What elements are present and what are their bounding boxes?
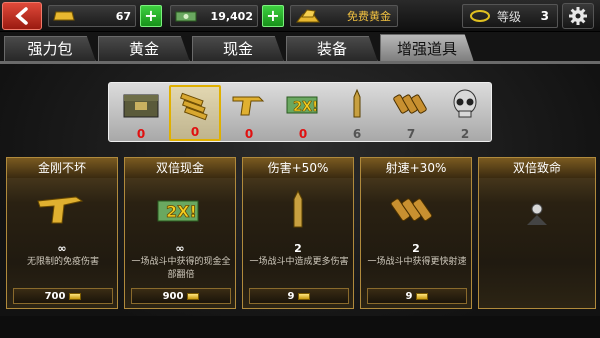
tab-gold[interactable]: 黄金 xyxy=(98,36,190,62)
card-image: 2X! xyxy=(125,180,235,238)
level-value: 3 xyxy=(540,9,549,23)
booster-card-invincible[interactable]: 金刚不坏 ∞ 无限制的免疫伤害 700 xyxy=(6,157,118,309)
add-cash-button[interactable]: + xyxy=(262,5,284,27)
price-value: 700 xyxy=(44,290,66,302)
inventory-slot-double-cash[interactable]: 2X! 0 xyxy=(277,85,329,141)
gold-bar-icon xyxy=(416,292,429,300)
tab-power-pack[interactable]: 强力包 xyxy=(4,36,96,62)
card-description: 一场战斗中获得的现金全部翻倍 xyxy=(131,257,231,280)
bullet-belt-icon xyxy=(393,94,427,114)
back-arrow-icon xyxy=(15,7,28,25)
card-title: 射速+30% xyxy=(361,158,471,178)
price-value: 9 xyxy=(287,290,295,302)
level-indicator: 等级 3 xyxy=(462,4,558,28)
inventory-slot-skull[interactable]: 2 xyxy=(439,85,491,141)
golden-pistol-icon xyxy=(232,96,265,116)
card-quantity: ∞ xyxy=(175,242,185,255)
top-bar: 67 + 19,402 + 免费黄金 等级 3 xyxy=(0,0,600,32)
bullet-belt-icon xyxy=(390,198,433,222)
gold-pile-icon xyxy=(296,9,320,23)
inventory-count: 0 xyxy=(298,127,308,141)
inventory-slot-gold-ammo[interactable]: 0 xyxy=(169,85,221,141)
bullet-icon xyxy=(293,189,303,228)
double-cash-icon: 2X! xyxy=(157,200,199,222)
svg-text:2X!: 2X! xyxy=(293,100,318,115)
gold-amount: 67 xyxy=(115,9,131,23)
bullet-icon xyxy=(353,88,361,118)
svg-text:2X!: 2X! xyxy=(166,202,197,221)
add-gold-button[interactable]: + xyxy=(140,5,162,27)
buy-button[interactable]: 9 xyxy=(249,288,349,304)
cash-amount: 19,402 xyxy=(210,9,253,23)
inventory-count: 0 xyxy=(244,127,254,141)
inventory-slot-bullet-belt[interactable]: 7 xyxy=(385,85,437,141)
skull-icon xyxy=(453,89,477,118)
gold-bar-icon xyxy=(69,292,82,300)
card-quantity: 2 xyxy=(294,242,302,255)
buy-button[interactable]: 9 xyxy=(367,288,467,304)
tab-equipment[interactable]: 装备 xyxy=(286,36,378,62)
level-badge-icon xyxy=(470,10,490,22)
inventory-count: 0 xyxy=(136,127,146,141)
inventory-slot-golden-pistol[interactable]: 0 xyxy=(223,85,275,141)
free-gold-label: 免费黄金 xyxy=(347,10,391,23)
card-image xyxy=(7,180,117,238)
card-quantity: ∞ xyxy=(57,242,67,255)
golden-pistol-icon xyxy=(37,196,84,224)
price-value: 900 xyxy=(162,290,184,302)
gold-bar-icon xyxy=(298,292,311,300)
booster-card-double-cash[interactable]: 双倍现金 2X! ∞ 一场战斗中获得的现金全部翻倍 900 xyxy=(124,157,236,309)
inventory-count: 6 xyxy=(352,127,362,141)
double-cash-icon: 2X! xyxy=(286,96,318,115)
booster-card-damage[interactable]: 伤害+50% 2 一场战斗中造成更多伤害 9 xyxy=(242,157,354,309)
price-value: 9 xyxy=(405,290,413,302)
buy-button[interactable]: 700 xyxy=(13,288,113,304)
gold-bar-icon xyxy=(187,292,200,300)
ammo-crate-icon xyxy=(123,94,159,118)
cash-counter: 19,402 xyxy=(170,5,258,27)
booster-card-double-lethal[interactable]: 双倍致命 xyxy=(478,157,596,309)
booster-card-fire-rate[interactable]: 射速+30% 2 一场战斗中获得更快射速 9 xyxy=(360,157,472,309)
level-label: 等级 xyxy=(497,9,522,24)
cash-stack-icon xyxy=(175,11,197,22)
inventory-count: 0 xyxy=(190,125,200,139)
card-title: 双倍致命 xyxy=(479,158,595,178)
card-title: 伤害+50% xyxy=(243,158,353,178)
card-description: 无限制的免疫伤害 xyxy=(26,257,99,267)
card-title: 双倍现金 xyxy=(125,158,235,178)
bottom-bar xyxy=(0,316,600,338)
free-gold-button[interactable]: 免费黄金 xyxy=(290,5,398,27)
tab-cash[interactable]: 现金 xyxy=(192,36,284,62)
buy-button[interactable]: 900 xyxy=(131,288,231,304)
booster-inventory-strip: 0 0 0 2X! 0 6 7 2 xyxy=(108,82,492,142)
card-image xyxy=(361,180,471,238)
settings-button[interactable] xyxy=(562,3,594,29)
inventory-slot-ammo-crate[interactable]: 0 xyxy=(115,85,167,141)
gold-bar-icon xyxy=(53,11,75,21)
gold-ammo-icon xyxy=(179,92,208,121)
card-description: 一场战斗中获得更快射速 xyxy=(367,257,467,267)
gold-counter: 67 xyxy=(48,5,136,27)
tab-boosters[interactable]: 增强道具 xyxy=(380,34,474,62)
card-description: 一场战斗中造成更多伤害 xyxy=(249,257,349,267)
card-image xyxy=(479,180,595,238)
back-button[interactable] xyxy=(2,2,42,30)
boosters-panel: 0 0 0 2X! 0 6 7 2 金刚不坏 ∞ 无限制的免疫伤害 700 双倍… xyxy=(0,64,600,338)
inventory-count: 7 xyxy=(406,127,416,141)
card-title: 金刚不坏 xyxy=(7,158,117,178)
category-tabs: 强力包 黄金 现金 装备 增强道具 xyxy=(0,34,600,62)
bullet-icon xyxy=(527,203,547,225)
gear-icon xyxy=(569,7,587,25)
inventory-count: 2 xyxy=(460,127,470,141)
card-quantity: 2 xyxy=(412,242,420,255)
card-image xyxy=(243,180,353,238)
inventory-slot-bullet[interactable]: 6 xyxy=(331,85,383,141)
